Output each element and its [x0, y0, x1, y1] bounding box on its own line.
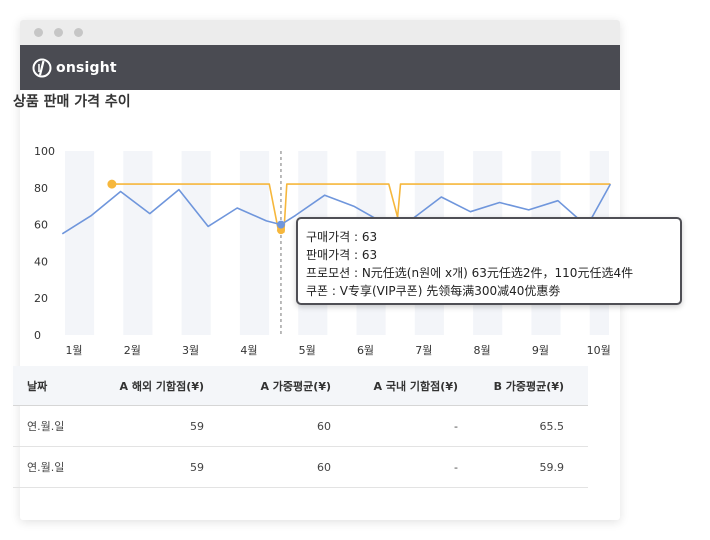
- table-row: 연.월.일 59 60 - 65.5: [13, 405, 588, 447]
- y-tick-label: 80: [34, 182, 48, 195]
- cell-a-weighted: 60: [205, 446, 332, 488]
- x-tick-label: 9월: [532, 344, 549, 357]
- cell-b-weighted: 65.5: [459, 405, 588, 447]
- col-header-date: 날짜: [13, 366, 88, 406]
- x-tick-label: 6월: [357, 344, 374, 357]
- y-tick-label: 100: [34, 145, 55, 158]
- grid-band: [239, 151, 270, 335]
- tooltip-promotion: 프로모션 : N元任选(n원에 x개) 63元任选2件，110元任选4件: [306, 266, 634, 280]
- chart-tooltip: 구매가격 : 63 판매가격 : 63 프로모션 : N元任选(n원에 x개) …: [296, 217, 682, 305]
- cell-a-domestic: -: [332, 405, 459, 447]
- cell-date: 연.월.일: [13, 446, 88, 488]
- cell-a-overseas: 59: [88, 446, 205, 488]
- price-table: 날짜 A 해외 기함점(¥) A 가중평균(¥) A 국내 기함점(¥) B 가…: [13, 366, 588, 488]
- x-tick-label: 8월: [474, 344, 491, 357]
- col-header-a-weighted: A 가중평균(¥): [205, 366, 332, 406]
- series-a-start-point: [107, 179, 117, 189]
- y-tick-label: 40: [34, 255, 48, 268]
- cell-a-overseas: 59: [88, 405, 205, 447]
- cell-date: 연.월.일: [13, 405, 88, 447]
- x-tick-label: 7월: [415, 344, 432, 357]
- y-tick-label: 20: [34, 292, 48, 305]
- series-b-highlight-point: [276, 220, 285, 229]
- x-tick-label: 10월: [587, 344, 611, 357]
- x-tick-label: 2월: [124, 344, 141, 357]
- cell-a-weighted: 60: [205, 405, 332, 447]
- col-header-a-domestic: A 국내 기함점(¥): [332, 366, 459, 406]
- grid-band: [123, 151, 153, 335]
- tooltip-purchase-price: 구매가격 : 63: [306, 230, 378, 244]
- cell-a-domestic: -: [332, 446, 459, 488]
- col-header-a-overseas: A 해외 기함점(¥): [88, 366, 205, 406]
- x-tick-label: 3월: [182, 344, 199, 357]
- table-header-row: 날짜 A 해외 기함점(¥) A 가중평균(¥) A 국내 기함점(¥) B 가…: [13, 366, 588, 406]
- grid-band: [181, 151, 211, 335]
- x-tick-label: 5월: [299, 344, 316, 357]
- y-tick-label: 60: [34, 219, 48, 232]
- x-tick-label: 1월: [65, 344, 82, 357]
- col-header-b-weighted: B 가중평균(¥): [459, 366, 588, 406]
- table-row: 연.월.일 59 60 - 59.9: [13, 446, 588, 488]
- grid-band: [65, 151, 95, 335]
- tooltip-sale-price: 판매가격 : 63: [306, 248, 378, 262]
- x-tick-label: 4월: [240, 344, 257, 357]
- cell-b-weighted: 59.9: [459, 446, 588, 488]
- y-tick-label: 0: [34, 329, 41, 342]
- tooltip-coupon: 쿠폰 : V专享(VIP쿠폰) 先领每满300减40优惠劵: [306, 284, 561, 298]
